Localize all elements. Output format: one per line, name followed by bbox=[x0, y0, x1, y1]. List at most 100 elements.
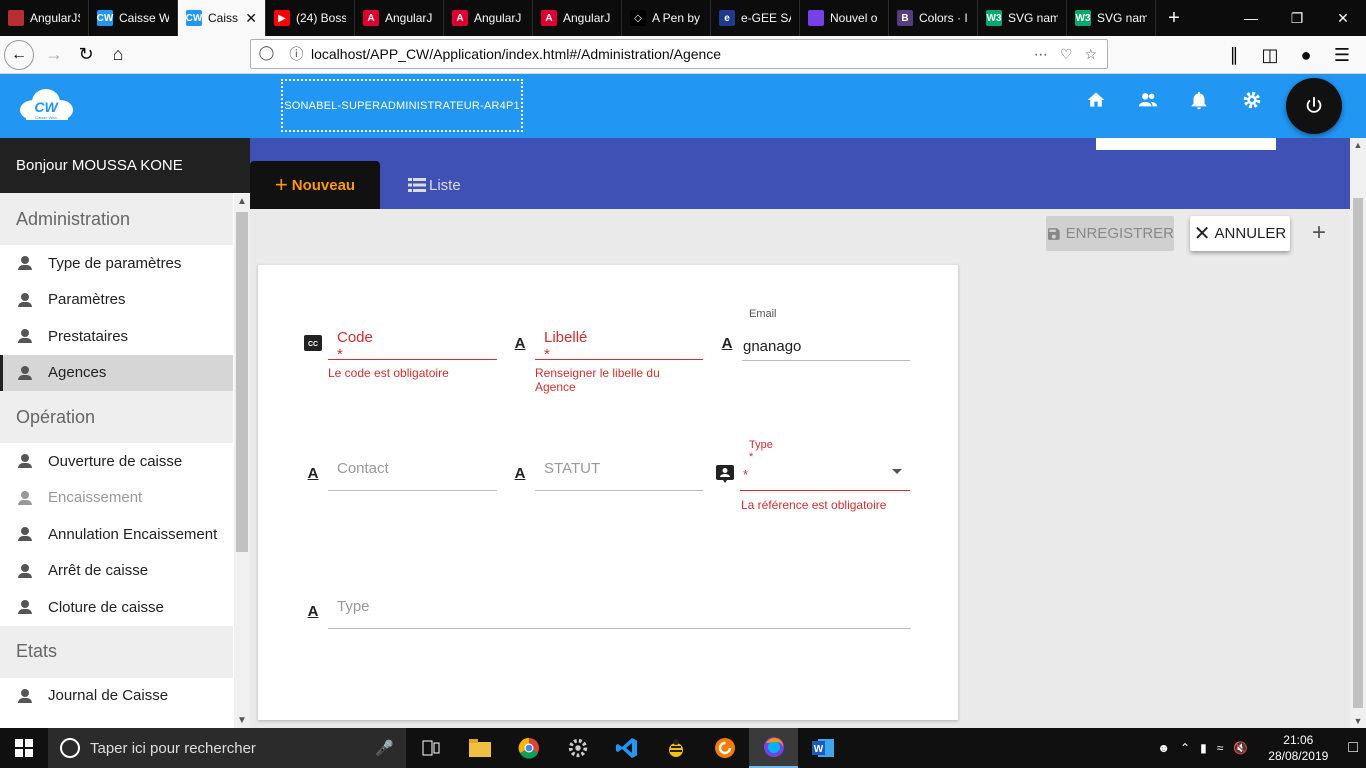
browser-tab-title: SVG nam bbox=[1097, 11, 1147, 25]
main-scroll-thumb[interactable] bbox=[1353, 198, 1363, 708]
power-button[interactable] bbox=[1286, 78, 1342, 134]
sidebar-scroll-thumb[interactable] bbox=[236, 212, 248, 552]
bell-icon[interactable] bbox=[1187, 88, 1211, 112]
scroll-down-icon[interactable]: ▼ bbox=[1350, 716, 1366, 726]
orange-c-icon[interactable] bbox=[700, 728, 749, 768]
scroll-up-icon[interactable]: ▲ bbox=[234, 196, 250, 207]
add-icon[interactable]: + bbox=[1312, 219, 1326, 247]
type-select-underline bbox=[740, 490, 910, 491]
sidebar-item[interactable]: Agences bbox=[0, 354, 233, 391]
user-role-box[interactable]: SONABEL-SUPERADMINISTRATEUR-AR4P1 bbox=[281, 79, 523, 132]
new-tab-button[interactable]: + bbox=[1156, 0, 1192, 36]
browser-tab[interactable]: A AngularJ bbox=[355, 0, 444, 36]
url-bar[interactable]: ◯ ⓘ localhost/APP_CW/Application/index.ht… bbox=[250, 39, 1108, 69]
type-text-input[interactable]: Type bbox=[337, 598, 370, 615]
taskbar-search[interactable]: Taper ici pour rechercher 🎤 bbox=[48, 728, 406, 768]
statut-input[interactable]: STATUT bbox=[544, 460, 600, 477]
back-icon[interactable]: ← bbox=[4, 39, 34, 70]
firefox-icon[interactable] bbox=[749, 728, 798, 768]
battery-icon[interactable]: ▮ bbox=[1200, 741, 1207, 755]
code-label[interactable]: Code * bbox=[337, 329, 373, 363]
sidebar-item[interactable]: Cloture de caisse bbox=[0, 589, 233, 626]
sidebar-scrollbar[interactable]: ▲ ▼ bbox=[234, 194, 250, 728]
people-icon[interactable] bbox=[1136, 88, 1160, 112]
microphone-icon[interactable]: 🎤 bbox=[375, 739, 394, 757]
close-window-icon[interactable]: ✕ bbox=[1320, 0, 1366, 36]
home-nav-icon[interactable]: ⌂ bbox=[102, 39, 134, 71]
plus-icon: + bbox=[274, 172, 288, 197]
pocket-icon[interactable]: ♡ bbox=[1060, 46, 1073, 63]
svg-text:W: W bbox=[813, 744, 823, 755]
sidebar-item[interactable]: Ouverture de caisse bbox=[0, 443, 233, 480]
vscode-icon[interactable] bbox=[602, 728, 651, 768]
sidebar-item[interactable]: Journal de Caisse bbox=[0, 678, 233, 715]
settings-app-icon[interactable] bbox=[553, 728, 602, 768]
library-icon[interactable]: ∥ bbox=[1218, 39, 1250, 71]
browser-tab[interactable]: W3 SVG nam bbox=[1067, 0, 1156, 36]
browser-tab[interactable]: CW Caiss ✕ bbox=[178, 0, 266, 36]
caisse-web-logo[interactable]: CW Caisse Web bbox=[16, 88, 74, 122]
notifications-icon[interactable]: □ bbox=[1348, 739, 1358, 757]
dropdown-arrow-icon[interactable] bbox=[892, 469, 902, 474]
forward-icon[interactable]: → bbox=[38, 39, 70, 71]
scroll-up-icon[interactable]: ▲ bbox=[1350, 140, 1366, 150]
code-input[interactable] bbox=[328, 359, 497, 360]
people-tray-icon[interactable]: ☻ bbox=[1157, 741, 1170, 755]
browser-tab[interactable]: Nouvel o bbox=[800, 0, 889, 36]
task-view-icon[interactable] bbox=[406, 728, 455, 768]
contact-input[interactable]: Contact bbox=[337, 460, 389, 477]
sidebar-item[interactable]: Prestataires bbox=[0, 318, 233, 355]
windows-start-icon[interactable] bbox=[0, 728, 48, 768]
person-icon bbox=[18, 292, 32, 307]
maximize-icon[interactable]: ❐ bbox=[1274, 0, 1320, 36]
file-explorer-icon[interactable] bbox=[455, 728, 504, 768]
home-icon[interactable] bbox=[1084, 88, 1108, 112]
close-tab-icon[interactable]: ✕ bbox=[245, 10, 257, 27]
browser-tab[interactable]: A AngularJ bbox=[444, 0, 533, 36]
sidebar-item[interactable]: Arrêt de caisse bbox=[0, 553, 233, 590]
url-text[interactable]: localhost/APP_CW/Application/index.html#… bbox=[311, 46, 721, 62]
browser-tab[interactable]: W3 SVG nam bbox=[978, 0, 1067, 36]
browser-tab[interactable]: CW Caisse W bbox=[89, 0, 178, 36]
sidebar-item[interactable]: Type de paramètres bbox=[0, 245, 233, 282]
sidebar-toggle-icon[interactable]: ◫ bbox=[1254, 39, 1286, 71]
shield-icon[interactable]: ◯ bbox=[259, 44, 275, 64]
caisse-web-icon: CW bbox=[186, 10, 202, 26]
browser-tab[interactable]: ◇ A Pen by bbox=[622, 0, 711, 36]
menu-icon[interactable]: ☰ bbox=[1326, 39, 1358, 71]
email-input[interactable]: gnanago bbox=[743, 338, 801, 355]
info-icon[interactable]: ⓘ bbox=[289, 44, 303, 64]
tab-liste[interactable]: Liste bbox=[408, 161, 461, 209]
save-button[interactable]: ENREGISTRER bbox=[1046, 216, 1174, 251]
main-scrollbar[interactable]: ▲ ▼ bbox=[1350, 138, 1366, 728]
sidebar-item[interactable]: Paramètres bbox=[0, 282, 233, 319]
browser-tab[interactable]: A AngularJ bbox=[533, 0, 622, 36]
gear-icon[interactable] bbox=[1240, 88, 1264, 112]
libelle-label[interactable]: Libellé * bbox=[544, 329, 587, 363]
bookmark-star-icon[interactable]: ☆ bbox=[1084, 46, 1097, 63]
reload-icon[interactable]: ↻ bbox=[70, 39, 102, 71]
wifi-icon[interactable]: ≈ bbox=[1217, 741, 1224, 755]
app-header: CW Caisse Web SONABEL-SUPERADMINISTRATEU… bbox=[0, 74, 1366, 138]
window-controls: — ❐ ✕ bbox=[1228, 0, 1366, 36]
browser-tab[interactable]: ▶ (24) Boss bbox=[266, 0, 355, 36]
cancel-button[interactable]: ✕ ANNULER bbox=[1190, 216, 1290, 251]
scroll-down-icon[interactable]: ▼ bbox=[234, 715, 250, 726]
type-select[interactable]: * bbox=[743, 467, 748, 482]
tab-nouveau[interactable]: + Nouveau bbox=[250, 161, 380, 209]
minimize-icon[interactable]: — bbox=[1228, 0, 1274, 36]
sidebar-item[interactable]: Annulation Encaissement bbox=[0, 516, 233, 553]
bee-app-icon[interactable] bbox=[651, 728, 700, 768]
cortana-icon bbox=[60, 738, 80, 758]
browser-tab[interactable]: AngularJS M bbox=[0, 0, 89, 36]
chrome-icon[interactable] bbox=[504, 728, 553, 768]
taskbar-clock[interactable]: 21:06 28/08/2019 bbox=[1258, 732, 1338, 764]
page-actions-icon[interactable]: ⋯ bbox=[1034, 46, 1048, 63]
volume-icon[interactable]: 🔇 bbox=[1233, 741, 1248, 755]
browser-tab[interactable]: e e-GEE SA bbox=[711, 0, 800, 36]
libelle-input[interactable] bbox=[535, 359, 703, 360]
account-icon[interactable]: ● bbox=[1290, 39, 1322, 71]
browser-tab[interactable]: B Colors · I bbox=[889, 0, 978, 36]
chevron-up-icon[interactable]: ⌃ bbox=[1180, 741, 1190, 755]
word-icon[interactable]: W bbox=[798, 728, 847, 768]
